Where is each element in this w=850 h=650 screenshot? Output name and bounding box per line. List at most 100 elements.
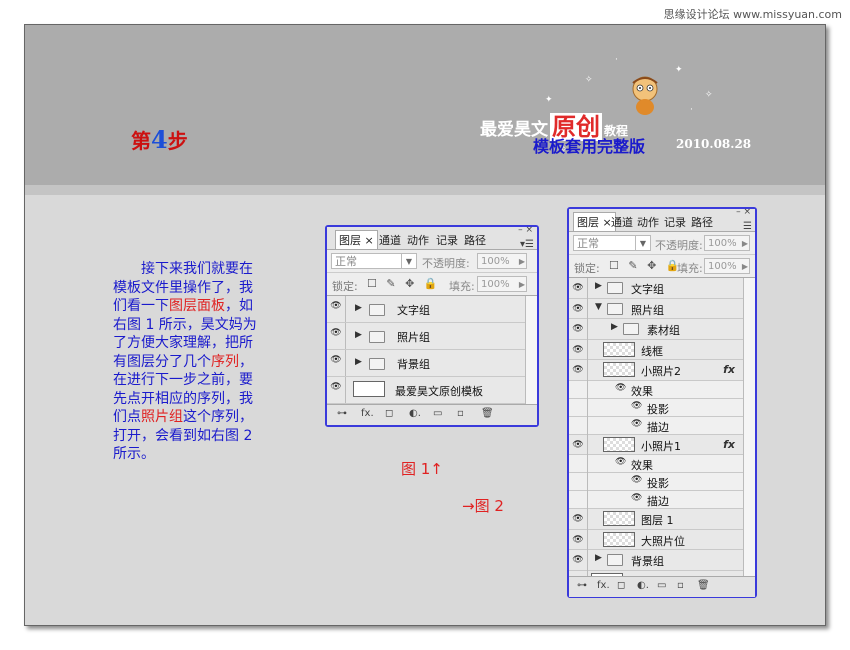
blend-mode-select[interactable]: 正常 ▼ [331, 253, 417, 269]
tab-channels[interactable]: 通道 [379, 232, 401, 248]
effect-row[interactable]: 👁 投影 [569, 473, 755, 494]
eye-icon[interactable]: 👁 [569, 550, 588, 571]
group-icon[interactable]: ▭ [657, 580, 666, 591]
chevron-right-icon[interactable]: ▶ [595, 281, 602, 291]
mask-icon[interactable]: ◻ [385, 408, 393, 419]
lock-icons[interactable]: ☐ ✎ ✥ 🔒 [367, 277, 440, 290]
layer-row[interactable]: 👁 大照片位 [569, 529, 755, 551]
layer-row[interactable]: 👁 ▼ 照片组 [569, 298, 755, 320]
effect-row[interactable]: 👁 效果 [569, 455, 755, 476]
panel-menu-icon[interactable]: ▾☰ [520, 239, 534, 250]
sparkle-icon: · [690, 105, 693, 115]
fx-icon[interactable]: fx. [597, 580, 610, 591]
link-icon[interactable]: ⊶ [577, 580, 587, 591]
effect-row[interactable]: 👁 描边 [569, 416, 755, 438]
tab-layers[interactable]: 图层 × [573, 212, 616, 231]
layer-row[interactable]: 👁 最爱昊文原创模板 [327, 377, 537, 404]
opacity-field[interactable]: 100% ▶ [477, 253, 527, 269]
eye-icon[interactable]: 👁 [569, 434, 588, 456]
layer-row[interactable]: 👁 ▶ 背景组 [327, 350, 537, 377]
panel-tabs: 图层 × 通道 动作 记录 路径 – × ☰ [569, 207, 755, 232]
tab-history[interactable]: 记录 [664, 214, 686, 230]
lock-icons[interactable]: ☐ ✎ ✥ 🔒 [609, 259, 682, 272]
step-heading: 第4步 [131, 125, 188, 154]
fill-label: 填充: [677, 262, 703, 275]
layer-row[interactable]: 👁 ▶ 文字组 [569, 278, 755, 299]
eye-icon[interactable]: 👁 [615, 457, 626, 467]
tab-channels[interactable]: 通道 [611, 214, 633, 230]
adjustment-icon[interactable]: ◐. [637, 580, 649, 591]
layer-thumbnail [353, 381, 385, 397]
layer-row[interactable]: 👁 ▶ 素材组 [569, 319, 755, 340]
tab-actions[interactable]: 动作 [637, 214, 659, 230]
eye-icon[interactable]: 👁 [631, 493, 642, 503]
layer-row[interactable]: 👁 ▶ 照片组 [327, 323, 537, 350]
tab-label: 图层 [339, 234, 361, 247]
blend-mode-select[interactable]: 正常 ▼ [573, 235, 651, 251]
eye-icon[interactable]: 👁 [569, 339, 588, 361]
sparkle-icon: ✧ [585, 75, 593, 85]
layer-row[interactable]: 👁 fx 小照片2 [569, 360, 755, 381]
effect-row[interactable]: 👁 描边 [569, 491, 755, 512]
tab-layers[interactable]: 图层 × [335, 230, 378, 249]
panel-menu-icon[interactable]: ☰ [743, 221, 752, 232]
eye-icon[interactable]: 👁 [631, 401, 642, 411]
window-controls-icon[interactable]: – × [518, 225, 533, 235]
layer-row[interactable]: 👁 ▶ 背景组 [569, 550, 755, 571]
eye-icon[interactable]: 👁 [569, 360, 588, 381]
chevron-right-icon[interactable]: ▶ [355, 330, 362, 340]
eye-icon[interactable]: 👁 [327, 323, 346, 349]
blend-row: 正常 ▼ 不透明度: 100% ▶ [327, 250, 537, 273]
link-icon[interactable]: ⊶ [337, 408, 347, 419]
chevron-right-icon[interactable]: ▶ [595, 553, 602, 563]
tab-history[interactable]: 记录 [436, 232, 458, 248]
chevron-down-icon[interactable]: ▼ [595, 302, 602, 312]
figure-2-caption: →图 2 [462, 497, 504, 515]
eye-icon[interactable]: 👁 [569, 278, 588, 299]
trash-icon[interactable]: 🗑 [481, 408, 494, 419]
fill-field[interactable]: 100% ▶ [477, 276, 527, 292]
opacity-field[interactable]: 100% ▶ [704, 235, 750, 251]
new-layer-icon[interactable]: ▫ [677, 580, 684, 591]
eye-icon[interactable]: 👁 [615, 383, 626, 393]
effect-row[interactable]: 👁 投影 [569, 398, 755, 420]
scrollbar[interactable] [525, 296, 537, 404]
group-icon[interactable]: ▭ [433, 408, 442, 419]
chevron-right-icon[interactable]: ▶ [355, 357, 362, 367]
opacity-label: 不透明度: [422, 257, 470, 270]
fx-icon[interactable]: fx [723, 363, 735, 376]
eye-icon[interactable]: 👁 [631, 475, 642, 485]
tab-paths[interactable]: 路径 [691, 214, 713, 230]
layer-row[interactable]: 👁 ▶ 文字组 [327, 296, 537, 323]
effect-row[interactable]: 👁 效果 [569, 380, 755, 402]
chevron-right-icon[interactable]: ▶ [611, 322, 618, 332]
eye-icon[interactable]: 👁 [327, 350, 346, 376]
layers-panel-1: 图层 × 通道 动作 记录 路径 – × ▾☰ 正常 ▼ 不透明度: 100% ▶ … [325, 225, 539, 427]
fx-icon[interactable]: fx [723, 438, 735, 451]
fx-icon[interactable]: fx. [361, 408, 374, 419]
layer-row[interactable]: 👁 图层 1 [569, 509, 755, 530]
layer-row[interactable]: 👁 fx 小照片1 [569, 434, 755, 456]
new-layer-icon[interactable]: ▫ [457, 408, 464, 419]
layer-row[interactable]: 👁 线框 [569, 339, 755, 361]
layer-name: 小照片1 [641, 439, 681, 453]
eye-icon[interactable]: 👁 [631, 419, 642, 429]
fill-field[interactable]: 100% ▶ [704, 258, 750, 274]
trash-icon[interactable]: 🗑 [697, 580, 710, 591]
sparkle-icon: ✦ [545, 95, 553, 105]
mask-icon[interactable]: ◻ [617, 580, 625, 591]
scrollbar[interactable] [743, 278, 755, 576]
chevron-right-icon[interactable]: ▶ [355, 303, 362, 313]
close-icon[interactable]: × [365, 234, 374, 247]
folder-icon [607, 554, 623, 566]
eye-icon[interactable]: 👁 [569, 509, 588, 530]
eye-icon[interactable]: 👁 [569, 298, 588, 320]
adjustment-icon[interactable]: ◐. [409, 408, 421, 419]
eye-icon[interactable]: 👁 [569, 529, 588, 551]
tab-paths[interactable]: 路径 [464, 232, 486, 248]
window-controls-icon[interactable]: – × [736, 207, 751, 217]
eye-icon[interactable]: 👁 [327, 296, 346, 322]
tab-actions[interactable]: 动作 [407, 232, 429, 248]
eye-icon[interactable]: 👁 [569, 319, 588, 340]
eye-icon[interactable]: 👁 [327, 377, 346, 403]
